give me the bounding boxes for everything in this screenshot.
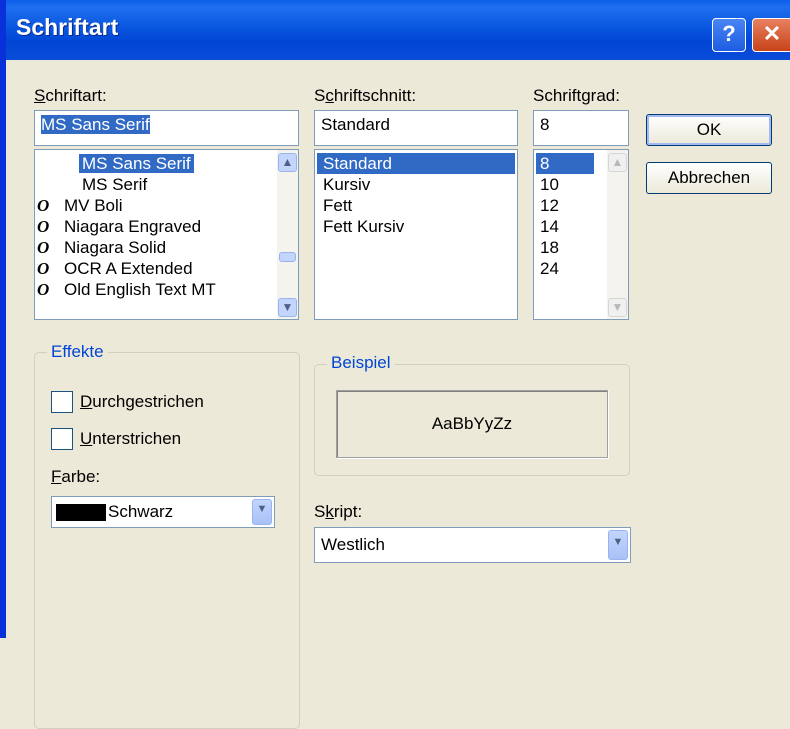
effects-legend: Effekte: [47, 342, 108, 362]
window-title: Schriftart: [16, 14, 119, 40]
underline-label: Unterstrichen: [80, 429, 182, 448]
chevron-down-icon: ▼: [611, 300, 624, 314]
opentype-font-icon: O: [37, 217, 50, 236]
font-name-input[interactable]: MS Sans Serif: [34, 110, 299, 146]
size-list-item[interactable]: 18: [536, 237, 594, 258]
color-value: Schwarz: [108, 502, 174, 521]
close-button[interactable]: ✕: [752, 18, 790, 52]
font-dialog: Schriftart ? ✕ Schriftart: MS Sans Serif…: [0, 0, 790, 729]
font-list-item-label: Niagara Solid: [64, 238, 167, 257]
script-select[interactable]: Westlich ▼: [314, 527, 631, 563]
cancel-button[interactable]: Abbrechen: [646, 162, 772, 194]
font-list-item[interactable]: MS Serif: [37, 174, 150, 195]
style-list[interactable]: Standard Kursiv Fett Fett Kursiv: [314, 149, 518, 320]
font-list-item-label: Niagara Engraved: [64, 217, 202, 236]
size-list-item[interactable]: 24: [536, 258, 594, 279]
style-input[interactable]: Standard: [314, 110, 518, 146]
sample-preview: AaBbYyZz: [336, 390, 608, 458]
font-list-item-label: MS Serif: [82, 175, 148, 194]
style-list-item[interactable]: Kursiv: [317, 174, 515, 195]
size-scroll-down-button: ▼: [608, 298, 627, 317]
font-list-item[interactable]: O Niagara Engraved: [37, 216, 204, 237]
font-list-item[interactable]: O OCR A Extended: [37, 258, 196, 279]
font-list-item-label: MS Sans Serif: [79, 154, 194, 173]
chevron-down-icon[interactable]: ▼: [608, 530, 628, 560]
size-input[interactable]: 8: [533, 110, 629, 146]
sample-legend: Beispiel: [327, 353, 395, 373]
color-label: Farbe:: [51, 467, 101, 486]
help-button[interactable]: ?: [712, 18, 746, 52]
color-swatch: [56, 504, 106, 521]
size-scroll-up-button: ▲: [608, 153, 627, 172]
color-select[interactable]: Schwarz ▼: [51, 496, 275, 528]
chevron-down-icon: ▼: [281, 300, 294, 314]
underline-checkbox[interactable]: [51, 428, 73, 450]
chevron-up-icon: ▲: [611, 155, 624, 169]
style-list-item[interactable]: Fett: [317, 195, 515, 216]
scroll-down-button[interactable]: ▼: [278, 298, 297, 317]
style-list-item[interactable]: Standard: [317, 153, 515, 174]
opentype-font-icon: O: [37, 259, 50, 278]
font-list-item[interactable]: O Old English Text MT: [37, 279, 219, 300]
scroll-thumb[interactable]: [279, 252, 296, 262]
size-list-item[interactable]: 12: [536, 195, 594, 216]
font-list-item-label: Old English Text MT: [64, 280, 216, 299]
font-list-item-label: OCR A Extended: [64, 259, 193, 278]
font-list[interactable]: MS Sans Serif MS Serif O MV Boli O Niagara En…: [34, 149, 299, 320]
window-border: [0, 0, 6, 638]
size-list-item[interactable]: 10: [536, 174, 594, 195]
size-list-item[interactable]: 8: [536, 153, 594, 174]
chevron-down-icon[interactable]: ▼: [252, 499, 272, 525]
font-label: Schriftart:: [34, 86, 107, 105]
opentype-font-icon: O: [37, 280, 50, 299]
font-list-scrollbar[interactable]: ▲ ▼: [277, 150, 298, 319]
script-label: Skript:: [314, 502, 363, 521]
strikethrough-checkbox[interactable]: [51, 391, 73, 413]
font-list-item[interactable]: MS Sans Serif: [37, 153, 194, 174]
opentype-font-icon: O: [37, 238, 50, 257]
font-list-item-label: MV Boli: [64, 196, 123, 215]
style-value: Standard: [321, 115, 390, 134]
size-list-item[interactable]: 14: [536, 216, 594, 237]
size-list[interactable]: 8 10 12 14 18 24 ▲ ▼: [533, 149, 629, 320]
title-bar[interactable]: Schriftart ? ✕: [0, 0, 790, 60]
font-list-item[interactable]: O Niagara Solid: [37, 237, 169, 258]
script-value: Westlich: [321, 535, 385, 554]
ok-button[interactable]: OK: [646, 114, 772, 146]
scroll-up-button[interactable]: ▲: [278, 153, 297, 172]
size-label: Schriftgrad:: [533, 86, 620, 105]
size-list-scrollbar: ▲ ▼: [607, 150, 628, 319]
style-list-item[interactable]: Fett Kursiv: [317, 216, 515, 237]
close-icon: ✕: [762, 21, 782, 46]
font-name-value: MS Sans Serif: [41, 115, 150, 134]
help-icon: ?: [722, 21, 736, 46]
opentype-font-icon: O: [37, 196, 50, 215]
font-list-item[interactable]: O MV Boli: [37, 195, 126, 216]
strikethrough-label: Durchgestrichen: [80, 392, 204, 411]
size-value: 8: [540, 115, 550, 134]
style-label: Schriftschnitt:: [314, 86, 417, 105]
chevron-up-icon: ▲: [281, 155, 294, 169]
